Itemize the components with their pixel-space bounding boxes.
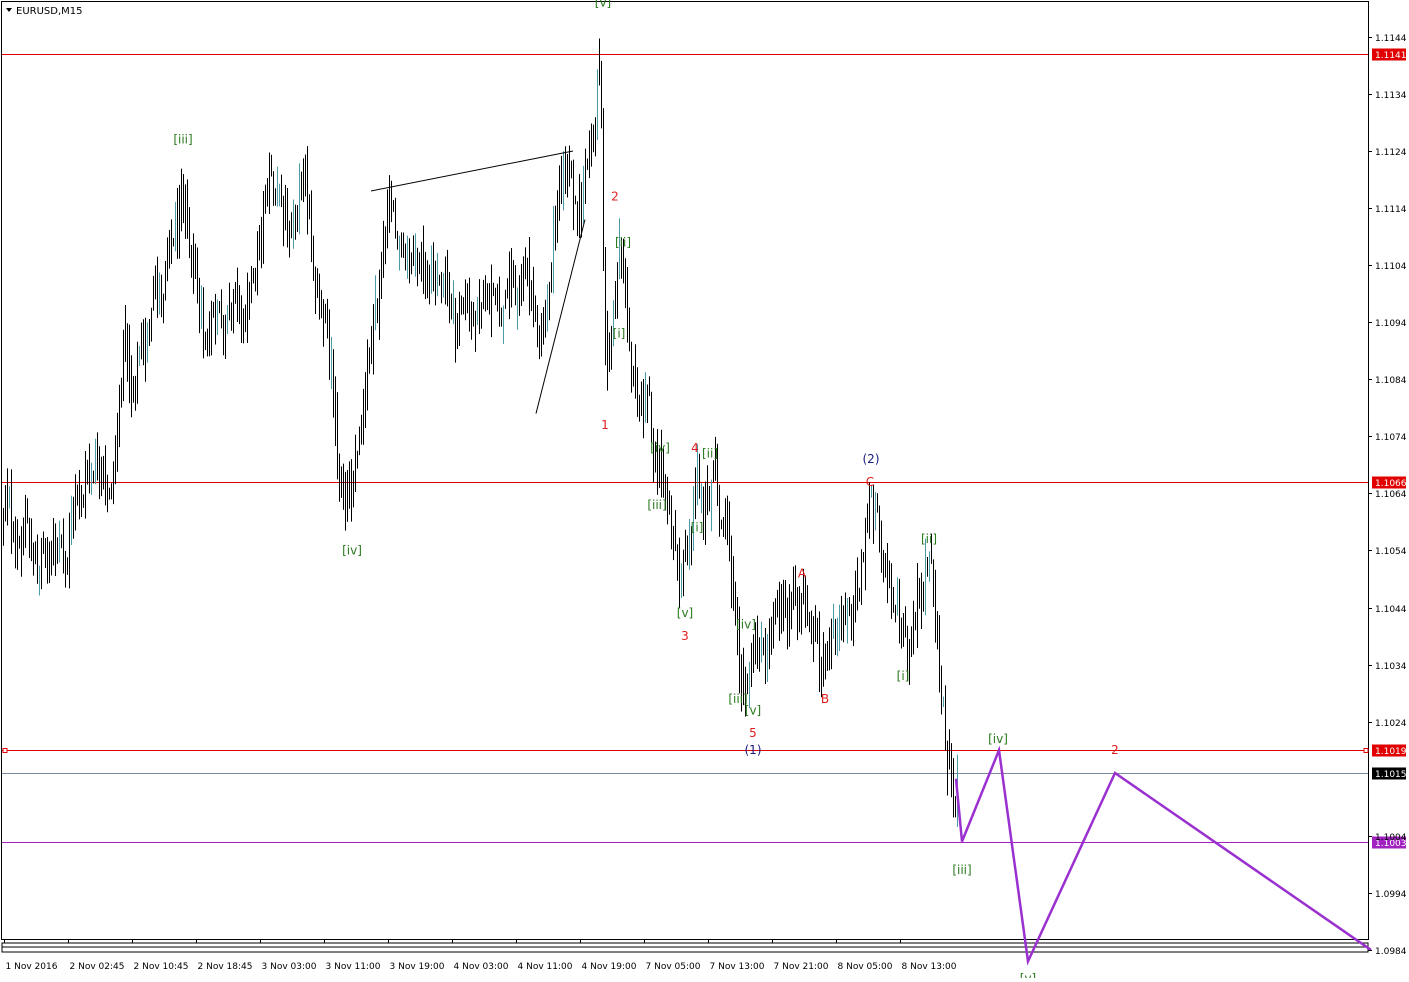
x-tick-label: 8 Nov 13:00 xyxy=(902,962,957,972)
wave-label: B xyxy=(821,692,829,706)
wave-label: [v] xyxy=(677,606,693,620)
wave-label: 1 xyxy=(601,418,609,432)
x-tick-label: 4 Nov 19:00 xyxy=(582,962,637,972)
x-tick-label: 4 Nov 03:00 xyxy=(454,962,509,972)
wave-label: [ii] xyxy=(921,532,937,546)
x-tick-label: 2 Nov 18:45 xyxy=(198,962,253,972)
wave-label: [ii] xyxy=(615,235,631,249)
wave-label: [iii] xyxy=(173,133,192,147)
y-tick-label: 1.1144 xyxy=(1375,34,1407,44)
level-handle[interactable] xyxy=(1363,748,1369,753)
x-tick-label: 8 Nov 05:00 xyxy=(838,962,893,972)
y-tick-label: 1.1044 xyxy=(1375,605,1407,615)
wave-label: 3 xyxy=(681,629,689,643)
price-tag-text-1.1019: 1.1019 xyxy=(1375,747,1407,757)
x-tick-label: 2 Nov 10:45 xyxy=(134,962,189,972)
x-tick-label: 7 Nov 21:00 xyxy=(774,962,829,972)
y-tick-label: 1.1104 xyxy=(1375,262,1407,272)
x-tick-label: 1 Nov 2016 xyxy=(6,962,58,972)
y-tick-label: 1.1094 xyxy=(1375,319,1407,329)
y-tick-label: 1.0984 xyxy=(1375,947,1407,957)
wave-label: (2) xyxy=(863,452,880,466)
level-handle[interactable] xyxy=(2,748,8,753)
chart: 1.1141 1.1066 1.1019 1.1015 1.1003 [iii] [iv]… xyxy=(0,0,1409,982)
wave-label: [i] xyxy=(613,327,626,341)
x-tick-label: 2 Nov 02:45 xyxy=(70,962,125,972)
wave-label: C xyxy=(866,475,874,489)
wave-label: (1) xyxy=(745,743,762,757)
y-tick-label: 1.1084 xyxy=(1375,376,1407,386)
x-tick-label: 4 Nov 11:00 xyxy=(518,962,573,972)
y-tick-label: 1.1074 xyxy=(1375,433,1407,443)
y-tick-label: 1.1004 xyxy=(1375,833,1407,843)
y-tick-label: 1.1054 xyxy=(1375,547,1407,557)
y-tick-label: 1.1114 xyxy=(1375,205,1407,215)
y-tick-label: 1.1034 xyxy=(1375,662,1407,672)
y-tick-label: 1.1134 xyxy=(1375,91,1407,101)
x-tick-label: 7 Nov 05:00 xyxy=(646,962,701,972)
wave-label: [iv] xyxy=(650,441,670,455)
wave-label: A xyxy=(798,566,807,580)
wave-label: [iii] xyxy=(647,498,666,512)
y-tick-label: 1.1064 xyxy=(1375,490,1407,500)
y-tick-label: 1.1024 xyxy=(1375,719,1407,729)
x-tick-label: 7 Nov 13:00 xyxy=(710,962,765,972)
x-tick-label: 3 Nov 11:00 xyxy=(326,962,381,972)
wave-label: 2 xyxy=(1111,743,1119,757)
x-tick-label: 3 Nov 19:00 xyxy=(390,962,445,972)
y-tick-label: 1.1124 xyxy=(1375,148,1407,158)
wave-label: [v] xyxy=(1020,971,1036,978)
wave-label: [iv] xyxy=(988,732,1008,746)
chart-symbol-title: EURUSD,M15 xyxy=(16,6,82,17)
y-tick-label: 1.0994 xyxy=(1375,890,1407,900)
price-tag-text-1.1015: 1.1015 xyxy=(1375,770,1407,780)
price-tag-text-1.1141: 1.1141 xyxy=(1375,51,1407,61)
wave-label: 2 xyxy=(611,190,619,204)
wave-label: 5 xyxy=(749,726,757,740)
wave-label: [i] xyxy=(897,669,910,683)
wave-label: 4 xyxy=(691,441,699,455)
wave-label: [iii] xyxy=(952,863,971,877)
wave-label: [ii] xyxy=(702,446,718,460)
wave-label: [v] xyxy=(595,0,611,10)
wave-label: [i] xyxy=(691,521,704,535)
wave-label: [iv] xyxy=(342,543,362,557)
price-tag-text-1.1066: 1.1066 xyxy=(1375,479,1407,489)
chart-svg: 1.11411.10661.10191.10151.1003 [iii][iv]… xyxy=(0,0,1409,982)
wave-label: [iv] xyxy=(736,618,756,632)
wave-label: [v] xyxy=(745,703,761,717)
x-tick-label: 3 Nov 03:00 xyxy=(262,962,317,972)
